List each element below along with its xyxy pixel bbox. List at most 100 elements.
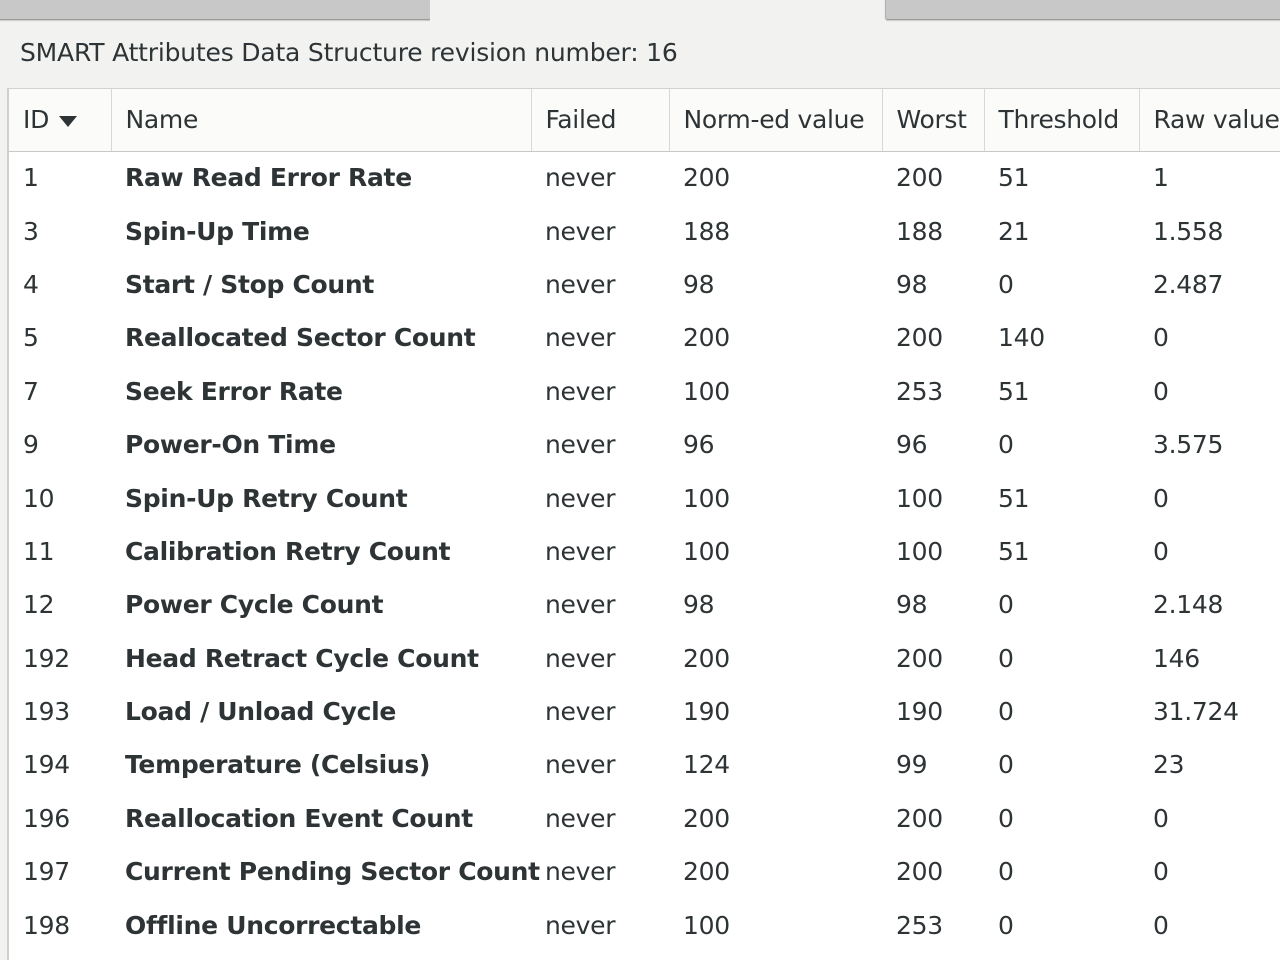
cell-threshold: 0 (998, 803, 1014, 833)
cell-worst: 98 (896, 590, 928, 620)
cell-normed: 100 (683, 536, 730, 566)
cell-normed: 200 (683, 323, 730, 353)
cell-id: 12 (23, 590, 55, 620)
cell-threshold: 51 (998, 376, 1030, 406)
tab-right-inactive[interactable] (885, 0, 1280, 20)
cell-threshold: 51 (998, 536, 1030, 566)
cell-name: Current Pending Sector Count (125, 857, 540, 887)
cell-id: 196 (23, 803, 70, 833)
column-header-failed[interactable]: Failed (531, 89, 670, 152)
cell-worst: 188 (896, 216, 943, 246)
cell-raw: 0 (1153, 857, 1169, 887)
column-header-normed-value[interactable]: Norm-ed value (669, 89, 883, 152)
cell-worst: 100 (896, 536, 943, 566)
tab-strip (0, 0, 1280, 22)
cell-raw: 31.724 (1153, 697, 1239, 727)
cell-threshold: 0 (998, 857, 1014, 887)
table-row[interactable]: 196 Reallocation Event Count never 200 200 0 0 (9, 792, 1280, 845)
cell-name: Power-On Time (125, 430, 336, 460)
smart-attributes-table-container[interactable]: ID Name Failed Norm-ed value Worst Thres… (7, 88, 1280, 960)
column-header-raw-value[interactable]: Raw value (1139, 89, 1280, 152)
cell-failed: never (545, 376, 616, 406)
cell-failed: never (545, 803, 616, 833)
cell-failed: never (545, 857, 616, 887)
cell-failed: never (545, 697, 616, 727)
table-row[interactable]: 12 Power Cycle Count never 98 98 0 2.148 (9, 578, 1280, 631)
table-header: ID Name Failed Norm-ed value Worst Thres… (9, 89, 1280, 152)
cell-raw: 2.148 (1153, 590, 1224, 620)
cell-failed: never (545, 750, 616, 780)
table-row[interactable]: 9 Power-On Time never 96 96 0 3.575 (9, 418, 1280, 471)
table-row[interactable]: 192 Head Retract Cycle Count never 200 200 0 1… (9, 632, 1280, 685)
cell-worst: 98 (896, 269, 928, 299)
cell-normed: 200 (683, 163, 730, 193)
cell-raw: 0 (1153, 483, 1169, 513)
table-row[interactable]: 193 Load / Unload Cycle never 190 190 0 31.724 (9, 685, 1280, 738)
cell-name: Spin-Up Retry Count (125, 483, 408, 513)
cell-threshold: 0 (998, 643, 1014, 673)
cell-normed: 100 (683, 376, 730, 406)
cell-id: 192 (23, 643, 70, 673)
cell-failed: never (545, 163, 616, 193)
cell-failed: never (545, 430, 616, 460)
table-row[interactable]: 1 Raw Read Error Rate never 200 200 51 1 (9, 151, 1280, 204)
column-header-normed-value-label: Norm-ed value (683, 105, 865, 135)
column-header-threshold-label: Threshold (998, 105, 1120, 135)
smart-attributes-window: SMART Attributes Data Structure revision… (0, 0, 1280, 960)
cell-worst: 200 (896, 857, 943, 887)
table-row[interactable]: 198 Offline Uncorrectable never 100 253 0 0 (9, 898, 1280, 951)
cell-name: Temperature (Celsius) (125, 750, 431, 780)
cell-normed: 188 (683, 216, 730, 246)
column-header-name-label: Name (125, 105, 199, 135)
tab-active-area[interactable] (430, 0, 887, 22)
column-header-threshold[interactable]: Threshold (984, 89, 1140, 152)
cell-worst: 200 (896, 323, 943, 353)
cell-name: Power Cycle Count (125, 590, 384, 620)
cell-raw: 0 (1153, 376, 1169, 406)
column-header-id[interactable]: ID (9, 89, 112, 152)
cell-threshold: 0 (998, 910, 1014, 940)
cell-name: Seek Error Rate (125, 376, 343, 406)
cell-id: 4 (23, 269, 39, 299)
cell-raw: 0 (1153, 323, 1169, 353)
cell-worst: 200 (896, 643, 943, 673)
cell-failed: never (545, 216, 616, 246)
cell-worst: 200 (896, 163, 943, 193)
cell-id: 9 (23, 430, 39, 460)
table-header-row: ID Name Failed Norm-ed value Worst Thres… (9, 89, 1280, 152)
cell-normed: 100 (683, 910, 730, 940)
cell-worst: 190 (896, 697, 943, 727)
column-header-worst-label: Worst (896, 105, 967, 135)
cell-failed: never (545, 910, 616, 940)
table-row[interactable]: 11 Calibration Retry Count never 100 100 51 0 (9, 525, 1280, 578)
cell-worst: 99 (896, 750, 928, 780)
cell-failed: never (545, 483, 616, 513)
table-row[interactable]: 3 Spin-Up Time never 188 188 21 1.558 (9, 204, 1280, 257)
table-row[interactable]: 10 Spin-Up Retry Count never 100 100 51 0 (9, 471, 1280, 524)
cell-name: Start / Stop Count (125, 269, 375, 299)
tab-left-inactive[interactable] (0, 0, 432, 20)
cell-raw: 2.487 (1153, 269, 1224, 299)
table-row[interactable]: 4 Start / Stop Count never 98 98 0 2.487 (9, 258, 1280, 311)
cell-worst: 253 (896, 910, 943, 940)
cell-id: 198 (23, 910, 70, 940)
cell-raw: 23 (1153, 750, 1185, 780)
cell-normed: 98 (683, 269, 715, 299)
cell-threshold: 0 (998, 590, 1014, 620)
cell-raw: 3.575 (1153, 430, 1224, 460)
table-row[interactable]: 197 Current Pending Sector Count never 200 2… (9, 845, 1280, 898)
table-row[interactable]: 5 Reallocated Sector Count never 200 200 140 0 (9, 311, 1280, 364)
table-row[interactable]: 194 Temperature (Celsius) never 124 99 0 23 (9, 738, 1280, 791)
table-row[interactable]: 7 Seek Error Rate never 100 253 51 0 (9, 365, 1280, 418)
column-header-name[interactable]: Name (111, 89, 532, 152)
cell-id: 5 (23, 323, 39, 353)
cell-name: Calibration Retry Count (125, 536, 451, 566)
cell-id: 7 (23, 376, 39, 406)
cell-name: Spin-Up Time (125, 216, 310, 246)
cell-worst: 253 (896, 376, 943, 406)
cell-normed: 200 (683, 643, 730, 673)
column-header-worst[interactable]: Worst (882, 89, 985, 152)
cell-raw: 1.558 (1153, 216, 1224, 246)
cell-normed: 96 (683, 430, 715, 460)
cell-threshold: 0 (998, 750, 1014, 780)
